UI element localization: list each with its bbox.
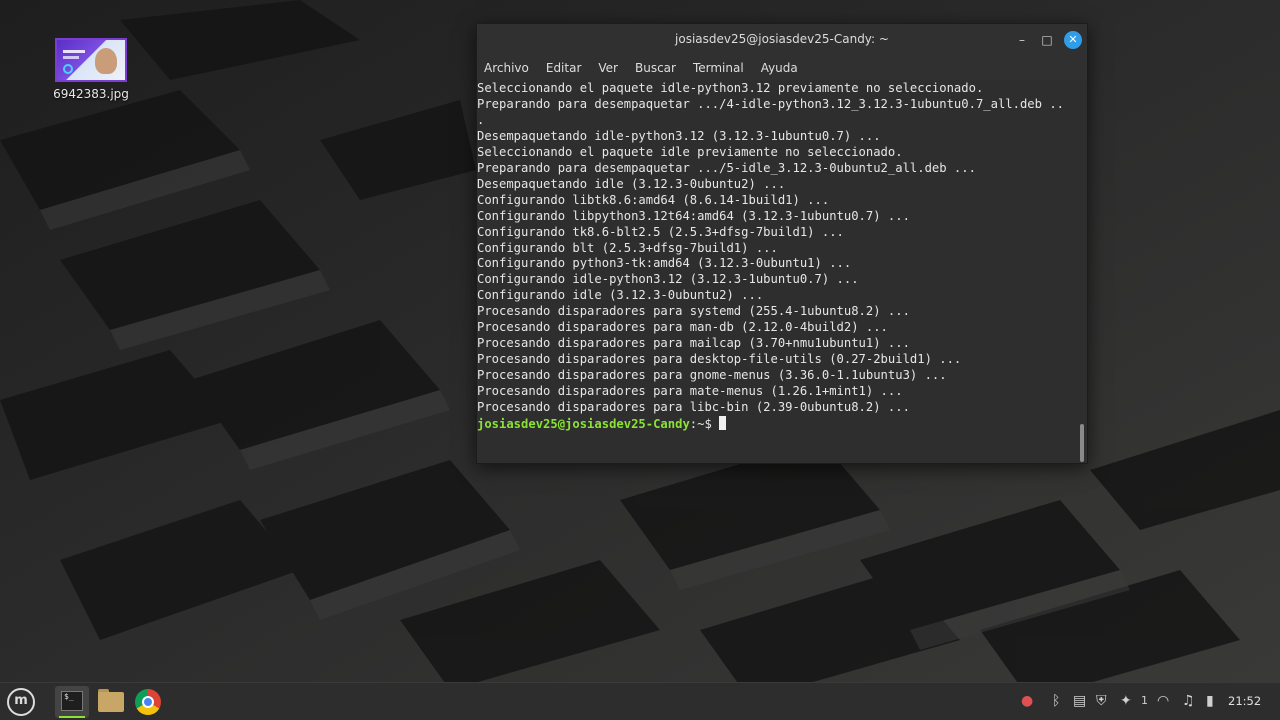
terminal-line: Procesando disparadores para mate-menus …	[477, 384, 903, 399]
menu-terminal[interactable]: Terminal	[693, 61, 744, 75]
terminal-line: Procesando disparadores para mailcap (3.…	[477, 336, 910, 351]
menu-buscar[interactable]: Buscar	[635, 61, 676, 75]
terminal-line: Procesando disparadores para systemd (25…	[477, 304, 910, 319]
menu-ayuda[interactable]: Ayuda	[761, 61, 798, 75]
music-icon[interactable]: ♫	[1182, 693, 1195, 709]
terminal-output: Seleccionando el paquete idle-python3.12…	[477, 80, 1064, 416]
desktop: 6942383.jpg josiasdev25@josiasdev25-Cand…	[0, 0, 1280, 720]
menu-archivo[interactable]: Archivo	[484, 61, 529, 75]
scrollbar-thumb[interactable]	[1080, 424, 1084, 462]
prompt-user-host: josiasdev25@josiasdev25-Candy	[477, 417, 690, 431]
clock[interactable]: 21:52	[1228, 694, 1261, 708]
browser-launcher[interactable]	[131, 686, 165, 718]
terminal-line: Procesando disparadores para gnome-menus…	[477, 368, 947, 383]
terminal-line: Configurando libtk8.6:amd64 (8.6.14-1bui…	[477, 192, 830, 207]
folder-icon	[98, 692, 124, 712]
window-titlebar[interactable]: josiasdev25@josiasdev25-Candy: ~ – □ ✕	[477, 24, 1087, 56]
prompt-path: :~$	[689, 417, 720, 431]
window-title: josiasdev25@josiasdev25-Candy: ~	[675, 32, 889, 46]
maximize-button[interactable]: □	[1038, 31, 1056, 49]
close-button[interactable]: ✕	[1064, 31, 1082, 49]
terminal-line: Procesando disparadores para libc-bin (2…	[477, 400, 910, 415]
mint-menu-button[interactable]: m	[4, 686, 38, 718]
terminal-line: Procesando disparadores para man-db (2.1…	[477, 320, 888, 335]
menubar: Archivo Editar Ver Buscar Terminal Ayuda	[477, 56, 1087, 80]
terminal-line: Configurando python3-tk:amd64 (3.12.3-0u…	[477, 256, 852, 271]
terminal-line: Preparando para desempaquetar .../4-idle…	[477, 96, 1064, 111]
desktop-file-label: 6942383.jpg	[53, 87, 129, 101]
terminal-line: Desempaquetando idle-python3.12 (3.12.3-…	[477, 128, 881, 143]
terminal-line: Configurando idle-python3.12 (3.12.3-1ub…	[477, 272, 859, 287]
text-cursor	[719, 416, 727, 430]
desktop-file-image[interactable]: 6942383.jpg	[44, 38, 138, 101]
terminal-line: .	[477, 112, 485, 127]
notification-icon[interactable]: ✦	[1120, 693, 1132, 709]
terminal-window[interactable]: josiasdev25@josiasdev25-Candy: ~ – □ ✕ A…	[476, 23, 1088, 464]
bluetooth-icon[interactable]: ᛒ	[1052, 693, 1060, 709]
terminal-launcher[interactable]: $_	[55, 686, 89, 718]
menu-ver[interactable]: Ver	[598, 61, 618, 75]
terminal-line: Preparando para desempaquetar .../5-idle…	[477, 160, 976, 175]
terminal-line: Configurando idle (3.12.3-0ubuntu2) ...	[477, 288, 764, 303]
terminal-line: Configurando tk8.6-blt2.5 (2.5.3+dfsg-7b…	[477, 224, 844, 239]
terminal-line: Seleccionando el paquete idle previament…	[477, 144, 903, 159]
terminal-line: Configurando blt (2.5.3+dfsg-7build1) ..…	[477, 240, 778, 255]
taskbar: m $_ ● ᛒ ▤ ⛨ ✦ 1 ◠ ♫ ▮ 21:52	[0, 682, 1280, 720]
terminal-line: Desempaquetando idle (3.12.3-0ubuntu2) .…	[477, 176, 786, 191]
battery-icon[interactable]: ▮	[1206, 693, 1214, 709]
notification-count: 1	[1141, 694, 1148, 707]
terminal-line: Procesando disparadores para desktop-fil…	[477, 352, 962, 367]
terminal-body[interactable]: Seleccionando el paquete idle-python3.12…	[477, 80, 1087, 463]
files-launcher[interactable]	[94, 686, 128, 718]
clipboard-icon[interactable]: ▤	[1073, 693, 1086, 709]
prompt-line: josiasdev25@josiasdev25-Candy:~$	[477, 416, 727, 432]
shield-icon[interactable]: ⛨	[1096, 693, 1107, 709]
menu-editar[interactable]: Editar	[546, 61, 582, 75]
terminal-line: Seleccionando el paquete idle-python3.12…	[477, 81, 984, 95]
terminal-icon: $_	[61, 691, 83, 711]
camera-icon[interactable]: ●	[1021, 693, 1033, 709]
terminal-line: Configurando libpython3.12t64:amd64 (3.1…	[477, 208, 910, 223]
wifi-icon[interactable]: ◠	[1157, 693, 1169, 709]
minimize-button[interactable]: –	[1013, 31, 1031, 49]
image-file-icon	[55, 38, 127, 82]
